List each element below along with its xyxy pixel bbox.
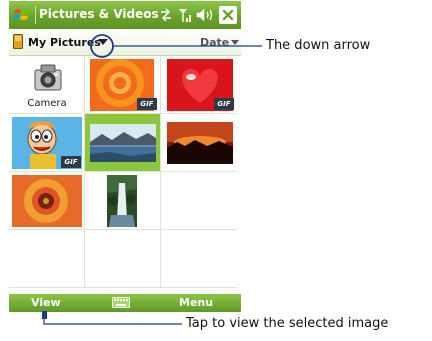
view-callout-line	[43, 318, 182, 325]
view-callout-text: Tap to view the selected image	[186, 316, 389, 331]
view-callout-marker	[42, 311, 47, 319]
down-arrow-callout-text: The down arrow	[266, 38, 371, 53]
down-arrow-highlight-circle	[90, 34, 114, 58]
